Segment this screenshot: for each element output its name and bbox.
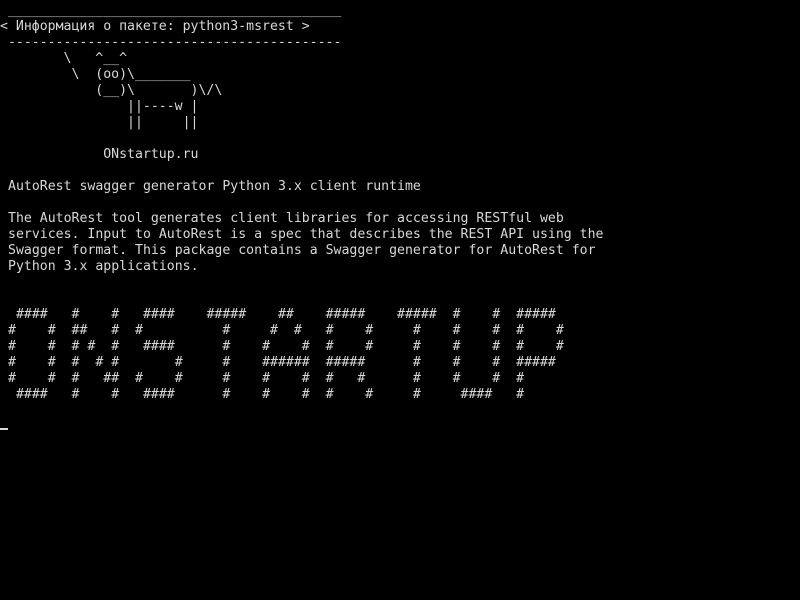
banner-line: # # ## # # # # # # # # # # # # (8, 323, 564, 338)
terminal-screen[interactable]: ________________________________________… (0, 0, 800, 600)
speech-bubble-top-border: ________________________________________… (0, 3, 342, 18)
cow-line: ||----w | (0, 99, 199, 114)
site-name: ONstartup.ru (0, 147, 199, 162)
cow-line: \ ^__^ (0, 51, 128, 66)
cow-line: (__)\ )\/\ (0, 83, 223, 98)
package-summary: AutoRest swagger generator Python 3.x cl… (8, 179, 421, 194)
banner-line: # # # # # # # ###### ##### # # # ##### (8, 355, 556, 370)
description-line: services. Input to AutoRest is a spec th… (8, 227, 604, 242)
speech-bubble-bottom-border: ----------------------------------------… (0, 35, 342, 50)
text-cursor (0, 428, 8, 430)
package-description: The AutoRest tool generates client libra… (0, 211, 800, 275)
ascii-banner: #### # # #### ##### ## ##### ##### # # #… (0, 307, 800, 403)
cow-line: || || (0, 115, 199, 130)
banner-line: #### # # #### # # # # # # #### # (8, 387, 525, 402)
speech-bubble-text: < Информация о пакете: python3-msrest > (0, 19, 310, 34)
description-line: Python 3.x applications. (8, 259, 199, 274)
banner-line: # # # ## # # # # # # # # # # # (8, 371, 525, 386)
description-line: Swagger format. This package contains a … (8, 243, 596, 258)
cowsay-ascii-art: \ ^__^ \ (oo)\_______ (__)\ )\/\ ||----w… (0, 51, 800, 131)
description-line: The AutoRest tool generates client libra… (8, 211, 564, 226)
banner-line: # # # # # #### # # # # # # # # # # (8, 339, 564, 354)
banner-line: #### # # #### ##### ## ##### ##### # # #… (8, 307, 556, 322)
cow-line: \ (oo)\_______ (0, 67, 191, 82)
